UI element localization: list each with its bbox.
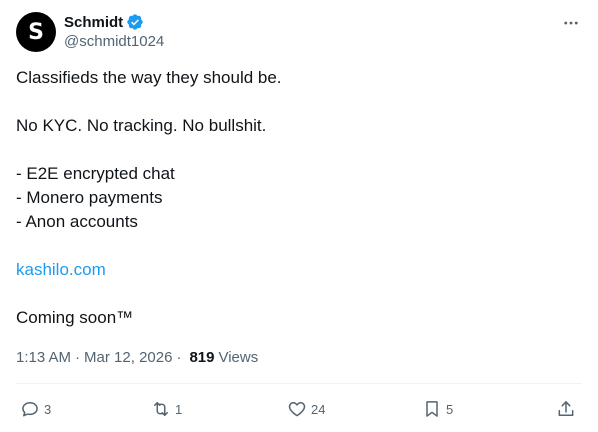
author-name-row: Schmidt <box>64 12 144 32</box>
post-time[interactable]: 1:13 AM <box>16 349 71 366</box>
retweet-count: 1 <box>175 401 183 417</box>
author-handle[interactable]: @schmidt1024 <box>64 33 164 50</box>
views-count[interactable]: 819 <box>189 349 214 366</box>
retweet-icon <box>154 402 168 416</box>
tweet-text-line: - E2E encrypted chat <box>16 164 175 183</box>
meta-separator: · <box>75 348 81 366</box>
tweet-text-line: - Anon accounts <box>16 212 138 231</box>
tweet-text-line: Coming soon™ <box>16 308 134 327</box>
tweet-text-line: No KYC. No tracking. No bullshit. <box>16 116 267 135</box>
reply-button[interactable]: 3 <box>20 396 51 422</box>
tweet-meta: 1:13 AM · Mar 12, 2026 · 819 Views <box>16 347 258 367</box>
more-options-button[interactable] <box>560 12 582 34</box>
views-label: Views <box>218 348 259 366</box>
heart-icon <box>288 402 306 417</box>
bookmark-count: 5 <box>446 401 454 417</box>
like-button[interactable]: 24 <box>287 396 325 422</box>
post-date[interactable]: Mar 12, 2026 <box>84 349 172 366</box>
share-icon <box>558 401 574 416</box>
like-count: 24 <box>311 401 326 417</box>
meta-separator: · <box>176 348 182 366</box>
retweet-button[interactable]: 1 <box>151 396 182 422</box>
website-link[interactable]: kashilo.com <box>16 260 106 279</box>
action-bar: 3 1 24 5 <box>16 396 582 422</box>
display-name[interactable]: Schmidt <box>64 14 123 31</box>
tweet-text-line: Classifieds the way they should be. <box>16 68 282 87</box>
reply-icon <box>22 402 38 417</box>
bookmark-icon <box>426 401 438 417</box>
avatar[interactable]: S <box>16 12 56 52</box>
tweet: S Schmidt @schmidt1024 Classifieds the w… <box>0 0 598 432</box>
divider <box>16 383 582 384</box>
reply-count: 3 <box>44 401 52 417</box>
bookmark-button[interactable]: 5 <box>422 396 453 422</box>
share-button[interactable] <box>556 396 576 422</box>
tweet-text-line: - Monero payments <box>16 188 163 207</box>
verified-badge-icon[interactable] <box>126 13 144 31</box>
tweet-text: Classifieds the way they should be. No K… <box>16 66 582 330</box>
avatar-letter: S <box>28 19 44 45</box>
more-horizontal-icon <box>564 21 578 25</box>
